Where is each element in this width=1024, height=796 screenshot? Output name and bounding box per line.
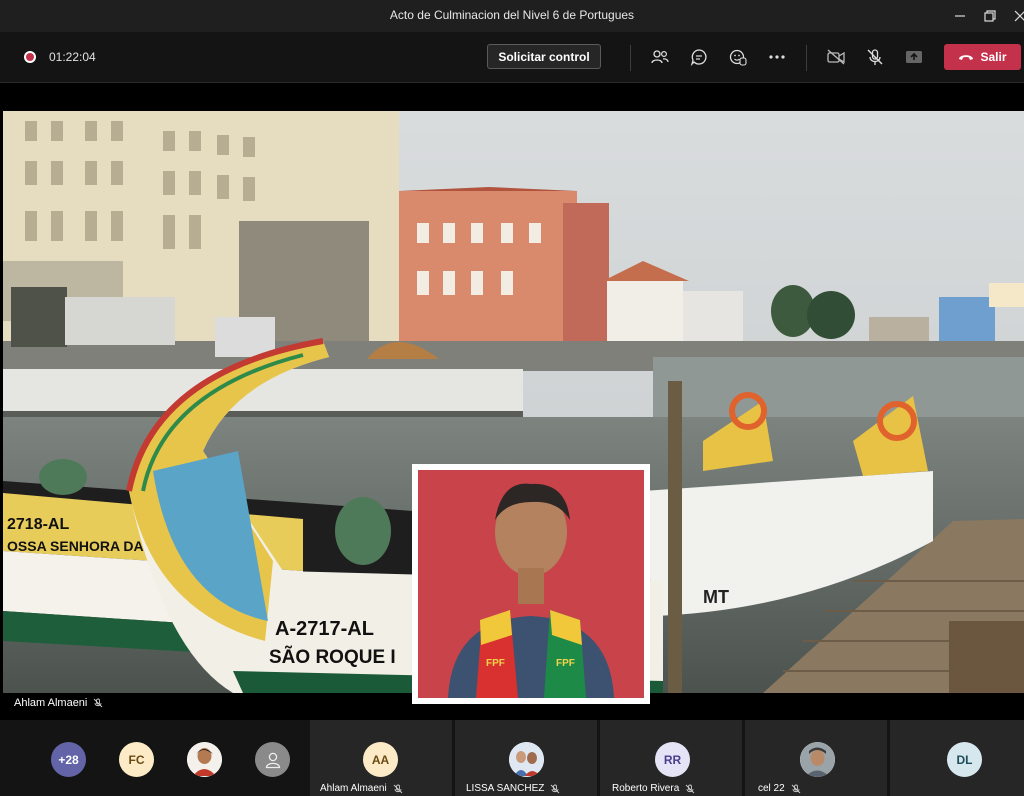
- avatar: DL: [947, 742, 982, 777]
- avatar[interactable]: [187, 742, 222, 777]
- mic-off-icon: [791, 784, 801, 793]
- participant-tile[interactable]: RR Roberto Rivera: [600, 720, 742, 796]
- participant-label: cel 22: [758, 783, 801, 794]
- person-icon: [265, 752, 280, 768]
- meeting-timer: 01:22:04: [49, 50, 96, 64]
- speaker-video: FPF FPF: [412, 464, 650, 704]
- participant-tile[interactable]: LISSA SANCHEZ: [455, 720, 597, 796]
- boat-label-2717: A-2717-AL: [275, 618, 374, 640]
- participant-label: LISSA SANCHEZ: [466, 783, 560, 794]
- mic-off-icon: [94, 698, 103, 708]
- people-icon[interactable]: [648, 45, 672, 69]
- more-icon[interactable]: [765, 45, 789, 69]
- avatar: [509, 742, 544, 777]
- avatar: RR: [655, 742, 690, 777]
- participant-tile[interactable]: DL: [890, 720, 1024, 796]
- participant-name: Ahlam Almaeni: [320, 783, 387, 794]
- participant-name: cel 22: [758, 783, 785, 794]
- boat-label-2718: 2718-AL: [7, 516, 69, 533]
- title-bar: Acto de Culminacion del Nivel 6 de Portu…: [0, 0, 1024, 32]
- meeting-stage: MT 2718-AL OSSA SENHORA DAS ARE A-2717-A…: [0, 83, 1024, 720]
- participant-label: Ahlam Almaeni: [320, 783, 403, 794]
- boat-label-mt: MT: [703, 587, 729, 607]
- presenter-name: Ahlam Almaeni: [14, 697, 88, 709]
- hangup-icon: [959, 55, 974, 60]
- toolbar-divider: [630, 45, 631, 71]
- leave-button[interactable]: Salir: [944, 44, 1021, 70]
- participant-name: LISSA SANCHEZ: [466, 783, 545, 794]
- scarf-text-left: FPF: [486, 658, 505, 669]
- speaker-image: FPF FPF: [418, 470, 644, 698]
- camera-off-icon[interactable]: [824, 45, 848, 69]
- toolbar-divider: [806, 45, 807, 71]
- close-icon[interactable]: [1006, 4, 1024, 28]
- participant-name: Roberto Rivera: [612, 783, 680, 794]
- mic-off-icon[interactable]: [863, 45, 887, 69]
- minimize-icon[interactable]: [946, 4, 974, 28]
- avatar[interactable]: FC: [119, 742, 154, 777]
- presenter-name-tag: Ahlam Almaeni: [14, 697, 103, 709]
- restore-icon[interactable]: [976, 4, 1004, 28]
- overflow-participants-badge[interactable]: +28: [51, 742, 86, 777]
- chat-icon[interactable]: [687, 45, 711, 69]
- boat-label-sao-roque: SÃO ROQUE I: [269, 646, 396, 668]
- leave-label: Salir: [980, 50, 1007, 64]
- request-control-button[interactable]: Solicitar control: [487, 44, 601, 69]
- reactions-icon[interactable]: [726, 45, 750, 69]
- share-icon[interactable]: [902, 45, 926, 69]
- mic-off-icon: [685, 784, 695, 793]
- meeting-toolbar: 01:22:04 Solicitar control Salir: [0, 32, 1024, 83]
- participant-strip: +28 FC AA Ahlam Almaeni LISSA SANCHEZ RR…: [0, 720, 1024, 796]
- window-title: Acto de Culminacion del Nivel 6 de Portu…: [389, 8, 635, 22]
- scarf-text-right: FPF: [556, 658, 575, 669]
- avatar[interactable]: [255, 742, 290, 777]
- avatar: AA: [363, 742, 398, 777]
- participant-tile[interactable]: cel 22: [745, 720, 887, 796]
- avatar: [800, 742, 835, 777]
- participant-tile[interactable]: AA Ahlam Almaeni: [310, 720, 452, 796]
- mic-off-icon: [551, 784, 560, 793]
- mic-off-icon: [393, 784, 403, 793]
- participant-label: Roberto Rivera: [612, 783, 695, 794]
- recording-icon: [24, 51, 36, 63]
